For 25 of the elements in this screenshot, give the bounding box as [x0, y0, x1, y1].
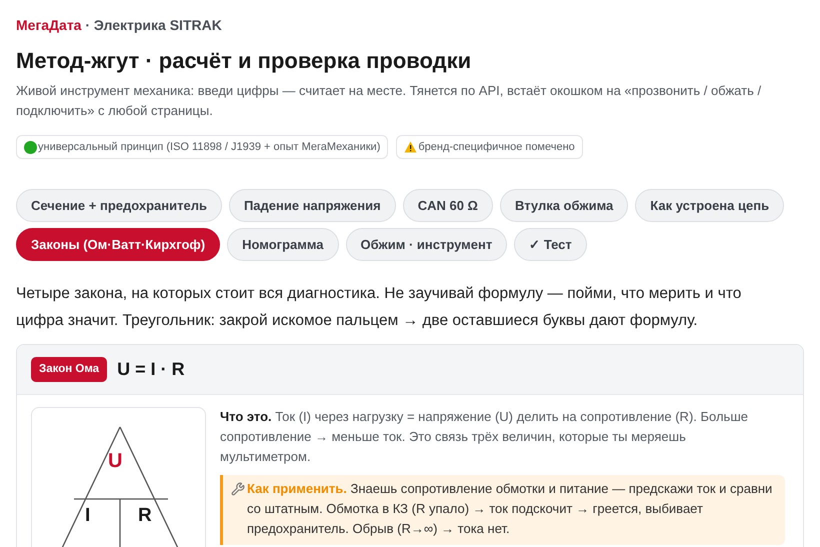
current-letter: I — [85, 504, 90, 528]
info-badge: универсальный принцип (ISO 11898 / J1939 + опыт МегаМеханики) — [16, 135, 388, 159]
tab[interactable]: Обжим · инструмент — [346, 228, 508, 261]
voltage-letter: U — [108, 449, 122, 474]
page-description: Живой инструмент механика: введи цифры — считает на месте. Тянется по API, встаёт окошком на «прозвонить / обжать / подключить» с любой страницы. — [16, 82, 762, 120]
formula: U = I · R — [117, 358, 185, 381]
law-explanation: Что это. Ток (I) через нагрузку = напряжение (U) делить на сопротивление (R). Больше сопротивление → меньше ток. Это связь трёх величин, которые ты меряешь мультиметром. — [220, 408, 749, 466]
tab[interactable]: Падение напряжения — [228, 189, 396, 222]
intro-text: Четыре закона, на которых стоит вся диагностика. Не заучивай формулу — пойми, что мерить и что цифра значит. Треугольник: закрой искомое пальцем → две оставшиеся буквы дают формулу. — [16, 284, 742, 331]
tab[interactable]: CAN 60 Ω — [402, 189, 493, 222]
tip-text: Как применить. Знаешь сопротивление обмотки и питание — предскажи ток и сравни со штатным. Обмотка в КЗ (R упало) → ток подскочит → греется, выбивает предохранитель. Обрыв (R→∞) → тока нет. — [247, 480, 774, 538]
wrench-icon — [231, 482, 245, 496]
info-badge: бренд-специфичное помечено — [396, 135, 583, 159]
brand-name: МегаДата — [16, 17, 82, 33]
section-name: · Электрика SITRAK — [85, 17, 222, 33]
law-tag: Закон Ома — [31, 356, 108, 382]
warning-icon — [404, 141, 418, 153]
tab[interactable]: Втулка обжима — [500, 189, 628, 222]
tab[interactable]: Как устроена цепь — [635, 189, 784, 222]
tab[interactable]: Сечение + предохранитель — [16, 189, 222, 222]
tab[interactable]: Номограмма — [227, 228, 339, 261]
page-title: Метод-жгут · расчёт и проверка проводки — [16, 47, 472, 75]
tab[interactable]: Законы (Ом·Ватт·Кирхгоф) — [16, 228, 220, 261]
tab[interactable]: ✓ Тест — [514, 228, 587, 261]
resistance-letter: R — [138, 504, 152, 528]
